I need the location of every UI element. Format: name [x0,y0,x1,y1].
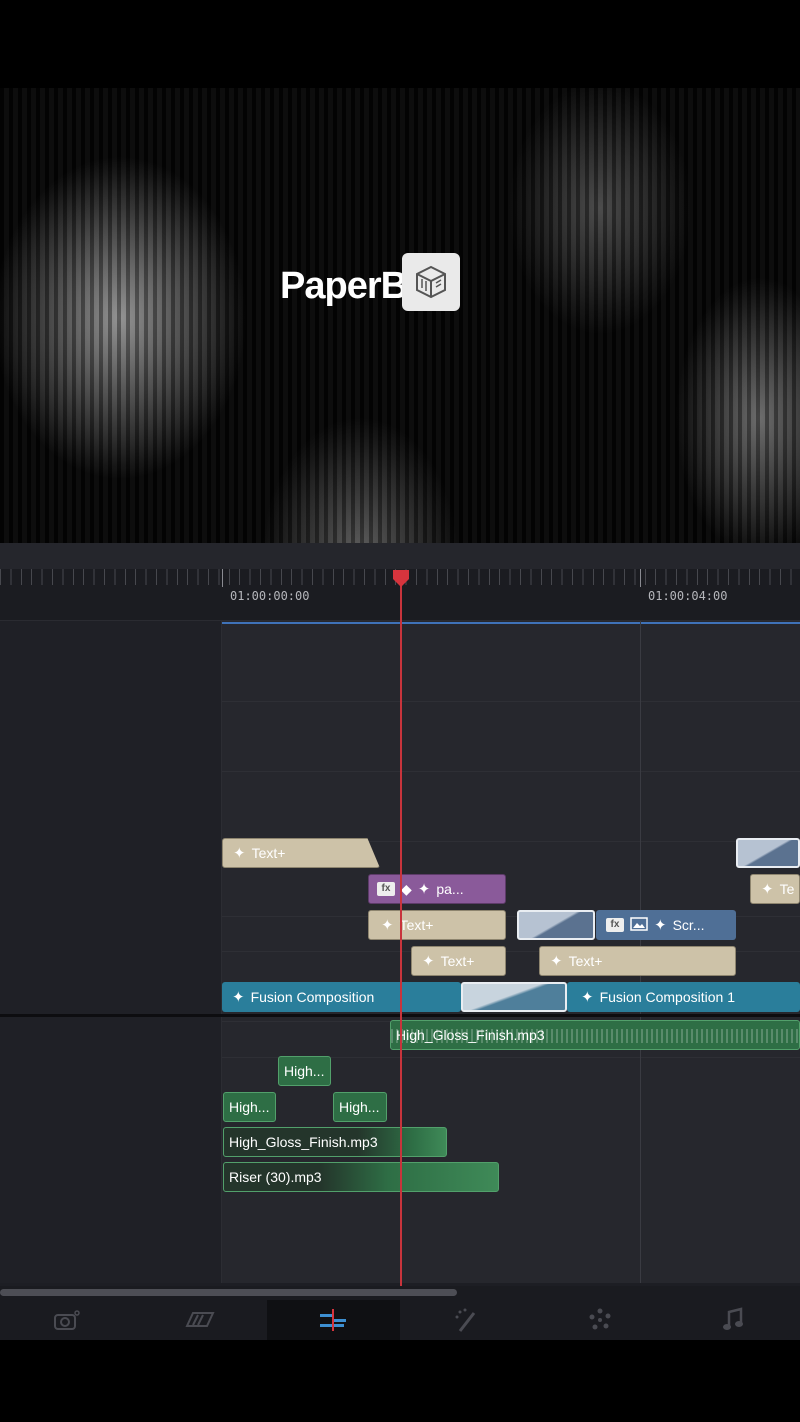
sparkle-icon: ✦ [417,881,431,898]
fairlight-icon [723,1307,744,1330]
audio-clip[interactable]: High... [333,1092,387,1122]
sparkle-icon: ✦ [232,989,245,1006]
fusion-clip[interactable]: ✦ Fusion Composition [222,982,461,1012]
edit-icon [320,1309,347,1331]
color-icon [589,1308,611,1330]
clip-label: Fusion Composition [250,989,375,1005]
clip-label: Text+ [440,953,475,969]
text-clip[interactable]: ✦ Te [750,874,800,904]
cut-page-button[interactable] [133,1300,266,1340]
fx-icon: fx [606,918,624,932]
clip-label: pa... [436,881,464,897]
effect-clip[interactable]: fx ◆ ✦ pa... [368,874,506,904]
sparkle-icon: ✦ [654,917,667,934]
text-clip[interactable]: ✦ Text+ [411,946,506,976]
audio-clip[interactable]: High... [278,1056,331,1086]
clip-label: Fusion Composition 1 [599,989,735,1005]
clip-label: High... [229,1099,270,1115]
clip-label: High_Gloss_Finish.mp3 [396,1027,545,1043]
track-divider [222,771,800,772]
still-clip[interactable] [461,982,567,1012]
keyframe-icon: ◆ [401,880,412,897]
sparkle-icon: ✦ [761,881,774,898]
sparkle-icon: ✦ [233,845,246,862]
clip-label: Scr... [672,917,705,933]
audio-clip[interactable]: High_Gloss_Finish.mp3 [223,1127,447,1157]
still-clip[interactable] [517,910,595,940]
in-out-range [222,622,800,624]
audio-clip[interactable]: Riser (30).mp3 [223,1162,499,1192]
clip-label: Riser (30).mp3 [229,1169,322,1185]
letterbox-bottom [0,1340,800,1422]
fx-icon: fx [377,882,395,896]
sparkle-icon: ✦ [381,917,394,934]
fusion-clip[interactable]: ✦ Fusion Composition 1 [567,982,800,1012]
playhead-handle[interactable] [391,570,411,588]
audio-clip[interactable]: High... [223,1092,276,1122]
fusion-icon [455,1308,475,1332]
ruler-major-tick [640,569,641,587]
media-icon [53,1310,80,1330]
page-navigation [0,1300,800,1340]
track-divider [222,701,800,702]
text-clip[interactable]: ✦ Text+ [368,910,506,940]
color-page-button[interactable] [533,1300,666,1340]
edit-page-button[interactable] [266,1300,400,1340]
cut-icon [185,1312,215,1327]
clip-label: Text+ [251,845,286,861]
screen-clip[interactable]: fx ✦ Scr... [596,910,736,940]
text-clip[interactable]: ✦ Text+ [539,946,736,976]
clip-label: High_Gloss_Finish.mp3 [229,1134,378,1150]
sparkle-icon: ✦ [422,953,435,970]
clip-label: High... [339,1099,380,1115]
clip-label: High... [284,1063,325,1079]
track-headers [0,621,222,1283]
ruler-major-tick [222,569,223,587]
timecode-label: 01:00:00:00 [230,589,310,603]
clip-label: Text+ [568,953,603,969]
media-page-button[interactable] [0,1300,133,1340]
timeline-toolbar [0,543,800,569]
clip-label: Text+ [399,917,434,933]
still-clip[interactable] [736,838,800,868]
fusion-page-button[interactable] [400,1300,533,1340]
cube-icon [402,253,460,311]
timeline-scrollbar[interactable] [0,1286,800,1300]
fairlight-page-button[interactable] [667,1300,800,1340]
image-icon [630,916,648,934]
timecode-label: 01:00:04:00 [648,589,728,603]
scrollbar-thumb[interactable] [0,1289,457,1296]
text-clip[interactable]: ✦ Text+ [222,838,380,868]
sparkle-icon: ✦ [550,953,563,970]
playhead-line[interactable] [400,578,402,1286]
sparkle-icon: ✦ [581,989,594,1006]
audio-clip[interactable]: High_Gloss_Finish.mp3 [390,1020,800,1050]
clip-label: Te [779,881,795,897]
preview-viewer: PaperB [0,88,800,543]
brand-logo: PaperB [280,253,460,311]
brand-text: PaperB [280,265,408,307]
